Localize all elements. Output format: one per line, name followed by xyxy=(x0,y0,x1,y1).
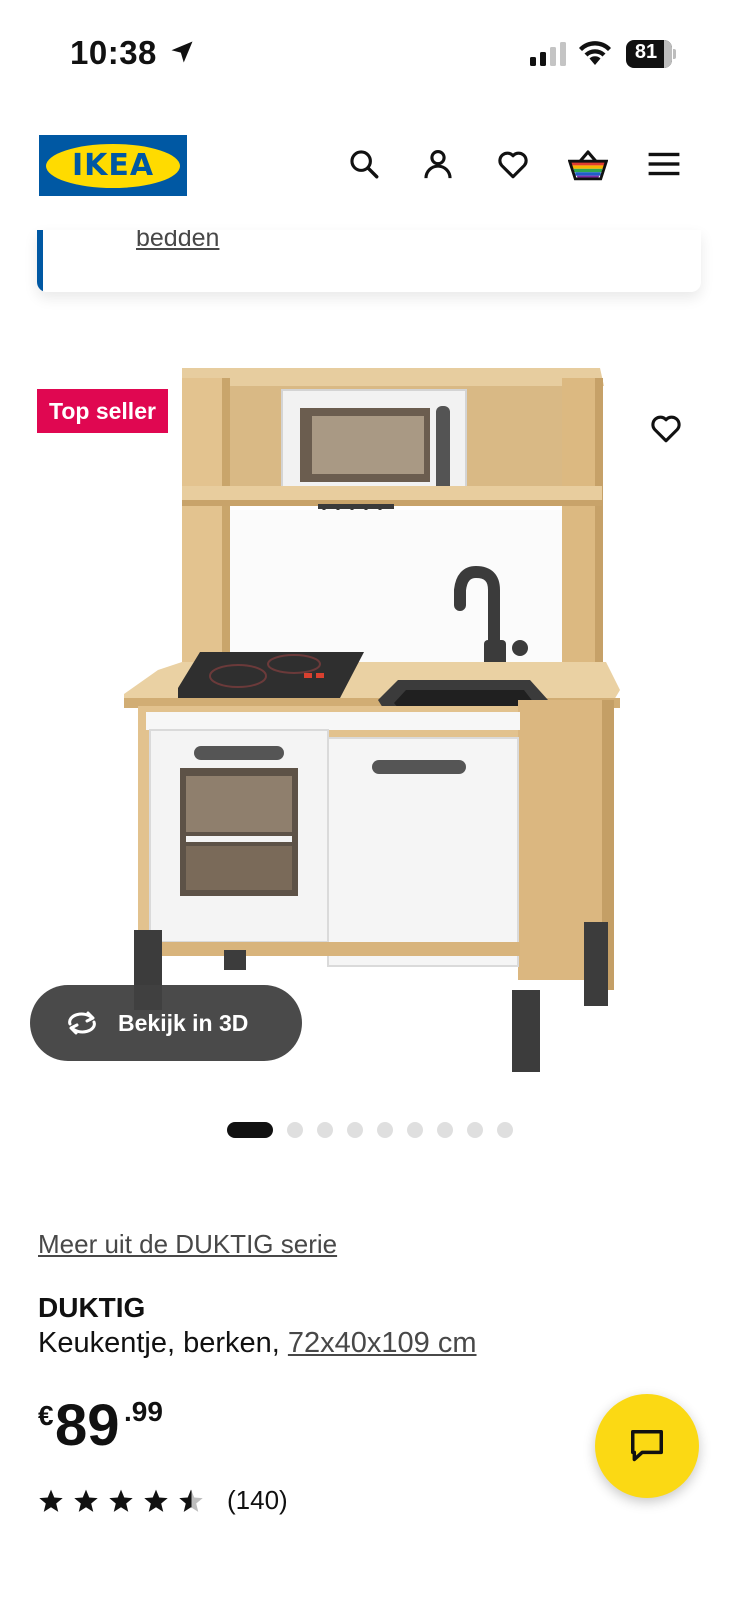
cellular-signal-icon xyxy=(530,42,566,66)
view-in-3d-label: Bekijk in 3D xyxy=(118,1009,249,1036)
site-header: IKEA xyxy=(0,100,738,230)
price-decimals: .99 xyxy=(124,1396,163,1427)
star-icon xyxy=(39,1489,63,1512)
search-icon[interactable] xyxy=(342,142,386,186)
ikea-logo[interactable]: IKEA xyxy=(39,135,187,196)
card-accent-bar xyxy=(37,230,43,292)
image-carousel-pagination xyxy=(227,1122,527,1138)
product-type: Keukentje, berken, xyxy=(38,1327,288,1359)
product-rating[interactable]: (140) xyxy=(38,1485,288,1516)
hamburger-menu-icon[interactable] xyxy=(642,142,686,186)
logo-text: IKEA xyxy=(71,148,155,183)
carousel-dot[interactable] xyxy=(377,1122,393,1138)
price-currency: € xyxy=(38,1400,54,1431)
carousel-dot[interactable] xyxy=(467,1122,483,1138)
favourites-heart-icon[interactable] xyxy=(491,142,535,186)
chat-button[interactable] xyxy=(595,1394,699,1498)
carousel-dot[interactable] xyxy=(407,1122,423,1138)
view-in-3d-button[interactable]: Bekijk in 3D xyxy=(30,985,302,1061)
product-name: DUKTIG xyxy=(38,1292,146,1323)
battery-level: 81 xyxy=(634,41,658,63)
half-star-icon xyxy=(179,1489,203,1512)
top-seller-badge: Top seller xyxy=(37,389,168,433)
carousel-dot[interactable] xyxy=(497,1122,513,1138)
chat-bubble-icon xyxy=(631,1430,663,1462)
carousel-dot[interactable] xyxy=(287,1122,303,1138)
carousel-dot[interactable] xyxy=(317,1122,333,1138)
carousel-dot-active[interactable] xyxy=(227,1122,273,1138)
rotate-3d-icon xyxy=(68,1011,96,1035)
price-integer: 89 xyxy=(55,1393,120,1458)
location-arrow-icon xyxy=(171,41,193,63)
previous-card: bedden xyxy=(37,230,701,292)
status-time: 10:38 xyxy=(70,34,157,71)
product-dimensions-link[interactable]: 72x40x109 cm xyxy=(288,1327,477,1359)
wifi-icon xyxy=(579,41,611,65)
star-icon xyxy=(74,1489,98,1512)
carousel-dot[interactable] xyxy=(347,1122,363,1138)
battery-indicator: 81 xyxy=(626,40,676,68)
carousel-dot[interactable] xyxy=(437,1122,453,1138)
rating-count: (140) xyxy=(227,1485,288,1515)
star-icon xyxy=(144,1489,168,1512)
status-bar: 10:38 81 xyxy=(0,0,738,100)
product-description: Keukentje, berken, 72x40x109 cm xyxy=(38,1327,477,1360)
shopping-basket-icon[interactable] xyxy=(566,142,610,186)
series-link[interactable]: Meer uit de DUKTIG serie xyxy=(38,1229,337,1260)
account-icon[interactable] xyxy=(416,142,460,186)
add-to-favourites-heart-icon[interactable] xyxy=(644,406,688,450)
bedden-link[interactable]: bedden xyxy=(136,230,219,253)
star-icon xyxy=(109,1489,133,1512)
